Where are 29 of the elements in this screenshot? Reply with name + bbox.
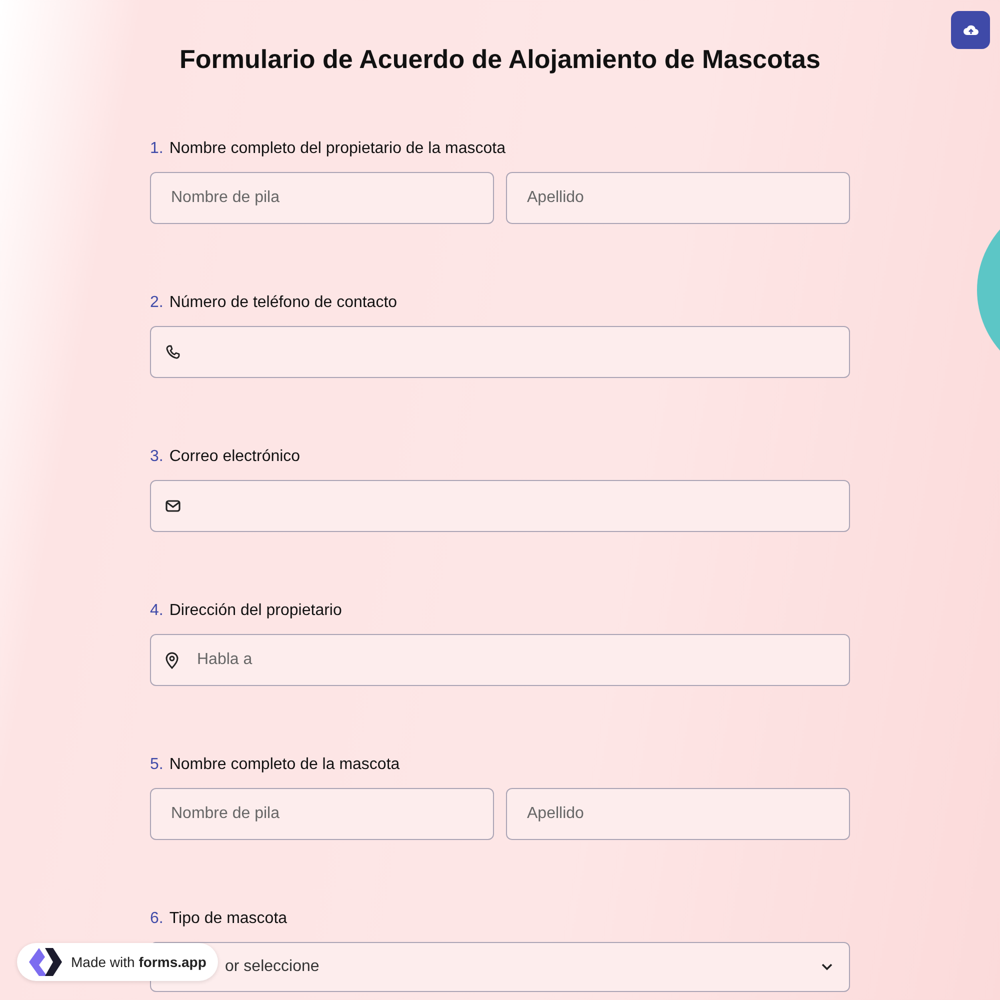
input-field[interactable]: Apellido — [506, 172, 850, 224]
question-number: 5. — [150, 756, 164, 774]
question-number: 4. — [150, 602, 164, 620]
chevron-down-icon — [821, 963, 833, 971]
input-field[interactable]: Nombre de pila — [150, 788, 494, 840]
question-label: Correo electrónico — [169, 448, 300, 466]
question-label: Nombre completo de la mascota — [169, 756, 400, 774]
phone-field[interactable] — [150, 326, 850, 378]
upload-button[interactable] — [951, 11, 990, 49]
question-number: 3. — [150, 448, 164, 466]
address-field[interactable]: Habla a — [150, 634, 850, 686]
question-label: Tipo de mascota — [169, 910, 288, 928]
field-placeholder: or seleccione — [225, 958, 320, 976]
envelope-icon — [165, 499, 181, 513]
question-label: Nombre completo del propietario de la mascota — [169, 140, 506, 158]
question-label: Dirección del propietario — [169, 602, 342, 620]
made-with-badge[interactable]: Made with forms.app — [17, 943, 218, 981]
question-number: 6. — [150, 910, 164, 928]
input-field[interactable]: Nombre de pila — [150, 172, 494, 224]
cloud-upload-icon — [962, 24, 978, 36]
question-number: 2. — [150, 294, 164, 312]
phone-icon — [165, 344, 181, 360]
field-placeholder: Habla a — [197, 651, 252, 669]
map-pin-icon — [165, 652, 179, 668]
input-field[interactable]: Apellido — [506, 788, 850, 840]
form-title: Formulario de Acuerdo de Alojamiento de Mascotas — [180, 43, 820, 76]
email-field[interactable] — [150, 480, 850, 532]
question-label: Número de teléfono de contacto — [169, 294, 398, 312]
question-number: 1. — [150, 140, 164, 158]
